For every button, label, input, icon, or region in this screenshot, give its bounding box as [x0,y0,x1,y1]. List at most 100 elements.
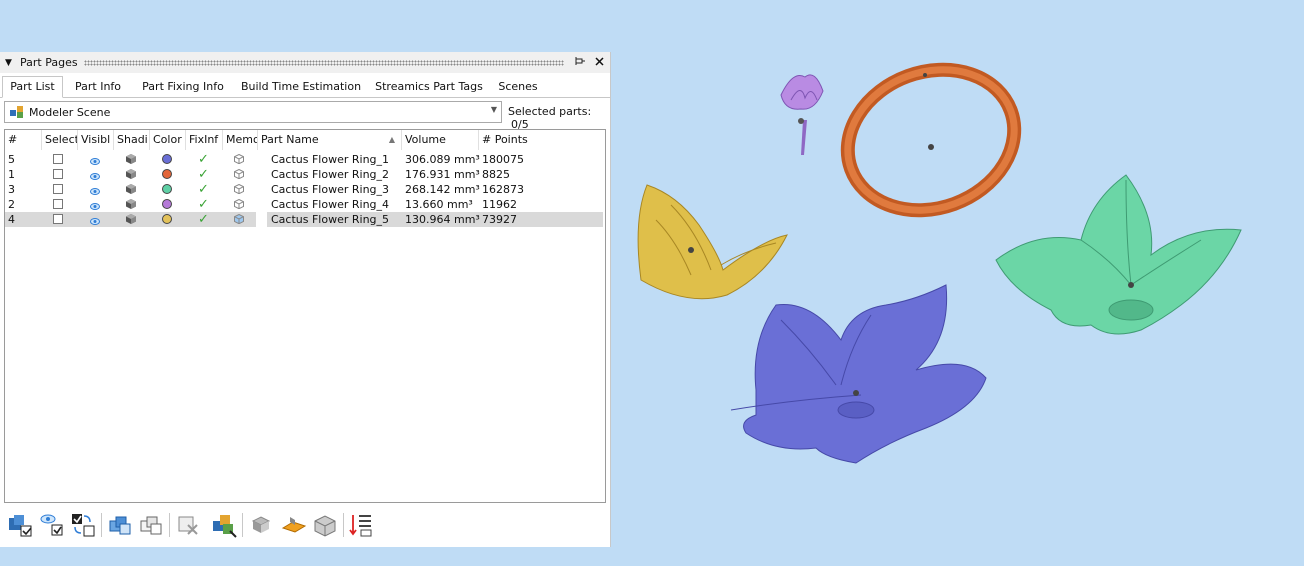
pin-icon[interactable] [572,56,588,69]
col-header-points[interactable]: # Points [479,130,603,150]
col-header-number[interactable]: # [5,130,42,150]
color-swatch[interactable] [162,199,172,209]
col-header-part-name[interactable]: Part Name ▲ [258,130,402,150]
shading-cube-icon[interactable] [126,169,136,179]
memory-cube-icon[interactable] [234,153,244,165]
close-icon[interactable] [591,56,607,69]
deselect-part-icon[interactable] [174,511,202,539]
tab-part-list[interactable]: Part List [2,76,63,98]
ungroup-parts-icon[interactable] [137,511,165,539]
ring-5-flower-yellow[interactable] [637,184,788,300]
drag-grip[interactable] [83,59,564,66]
eye-icon[interactable] [90,170,100,180]
selected-parts-indicator: Selected parts: 0/5 [508,105,610,131]
eye-icon[interactable] [90,185,100,195]
col-header-select[interactable]: Selecte [42,130,78,150]
table-row[interactable]: 2 ✓ Cactus Flower Ring_4 13.660 mm³ 1196… [5,197,603,212]
checkmark-icon: ✓ [198,197,209,212]
ring-2-band[interactable] [828,47,1034,233]
3d-viewport[interactable] [611,0,1304,563]
row-number: 2 [8,198,15,211]
tab-part-info[interactable]: Part Info [70,77,126,96]
part-volume: 268.142 mm³ [405,183,480,196]
eye-icon[interactable] [90,200,100,210]
invert-selection-icon[interactable] [69,511,97,539]
col-header-shading[interactable]: Shadi [114,130,150,150]
eye-icon[interactable] [90,215,100,225]
part-volume: 306.089 mm³ [405,153,480,166]
col-header-color[interactable]: Color [150,130,186,150]
part-volume: 130.964 mm³ [405,213,480,226]
table-row[interactable]: 1 ✓ Cactus Flower Ring_2 176.931 mm³ 882… [5,167,603,182]
shading-cube-icon[interactable] [126,184,136,194]
part-points: 11962 [482,198,517,211]
table-row[interactable]: 4 ✓ Cactus Flower Ring_5 130.964 mm³ 739… [5,212,603,227]
panel-title: Part Pages [20,56,78,69]
checkmark-icon: ✓ [198,212,209,227]
memory-cube-icon[interactable] [234,198,244,210]
show-visible-icon[interactable] [38,511,66,539]
table-row[interactable]: 3 ✓ Cactus Flower Ring_3 268.142 mm³ 162… [5,182,603,197]
tab-part-fixing-info[interactable]: Part Fixing Info [138,77,228,96]
part-points: 8825 [482,168,510,181]
part-volume: 13.660 mm³ [405,198,473,211]
memory-cube-icon[interactable] [234,183,244,195]
ring-3-flower-green[interactable] [995,174,1242,335]
tab-build-time-estimation[interactable]: Build Time Estimation [240,77,362,96]
checkmark-icon: ✓ [198,152,209,167]
col-header-fixinfo[interactable]: FixInf [186,130,223,150]
unload-part-icon[interactable] [248,511,276,539]
checkmark-icon: ✓ [198,182,209,197]
part-points: 180075 [482,153,524,166]
select-all-icon[interactable] [6,511,34,539]
col-header-volume[interactable]: Volume [402,130,479,150]
part-name: Cactus Flower Ring_3 [271,183,390,196]
color-swatch[interactable] [162,184,172,194]
color-swatch[interactable] [162,154,172,164]
part-points: 162873 [482,183,524,196]
chevron-down-icon: ▼ [490,105,497,114]
part-name: Cactus Flower Ring_2 [271,168,390,181]
bottom-toolbar [0,507,610,543]
select-checkbox[interactable] [53,169,63,179]
sort-list-icon[interactable] [347,511,375,539]
part-volume: 176.931 mm³ [405,168,480,181]
memory-cube-icon[interactable] [234,213,244,225]
part-pages-panel: ▼ Part Pages Part List Part Info Part Fi… [0,52,611,547]
ring-1-flower-blue[interactable] [730,284,987,464]
eye-icon[interactable] [90,155,100,165]
scene-row: Modeler Scene ▼ Selected parts: 0/5 [0,100,610,131]
color-swatch[interactable] [162,169,172,179]
part-name: Cactus Flower Ring_1 [271,153,390,166]
part-points: 73927 [482,213,517,226]
memory-cube-icon[interactable] [234,168,244,180]
row-number: 4 [8,213,15,226]
ring-4-flower-bud[interactable] [780,74,824,155]
col-header-memo[interactable]: Memo [223,130,258,150]
platform-icon[interactable] [280,511,308,539]
part-name-header-label: Part Name [261,133,319,146]
scene-value: Modeler Scene [29,105,111,119]
table-row[interactable]: 5 ✓ Cactus Flower Ring_1 306.089 mm³ 180… [5,152,603,167]
part-box-icon[interactable] [311,511,339,539]
group-parts-icon[interactable] [106,511,134,539]
select-checkbox[interactable] [53,184,63,194]
scene-icon [9,105,25,119]
scene-dropdown[interactable]: Modeler Scene ▼ [4,101,502,123]
row-number: 3 [8,183,15,196]
tab-scenes[interactable]: Scenes [494,77,542,96]
row-number: 5 [8,153,15,166]
panel-title-bar: ▼ Part Pages [0,52,610,73]
part-list-table: # Selecte Visibl Shadi Color FixInf Memo… [4,129,606,503]
shading-cube-icon[interactable] [126,199,136,209]
select-checkbox[interactable] [53,199,63,209]
collapse-arrow-icon[interactable]: ▼ [5,58,15,68]
shading-cube-icon[interactable] [126,154,136,164]
tab-streamics-part-tags[interactable]: Streamics Part Tags [374,77,484,96]
color-swatch[interactable] [162,214,172,224]
select-checkbox[interactable] [53,214,63,224]
shading-cube-icon[interactable] [126,214,136,224]
col-header-visible[interactable]: Visibl [78,130,114,150]
select-checkbox[interactable] [53,154,63,164]
scene-parts-icon[interactable] [210,511,238,539]
